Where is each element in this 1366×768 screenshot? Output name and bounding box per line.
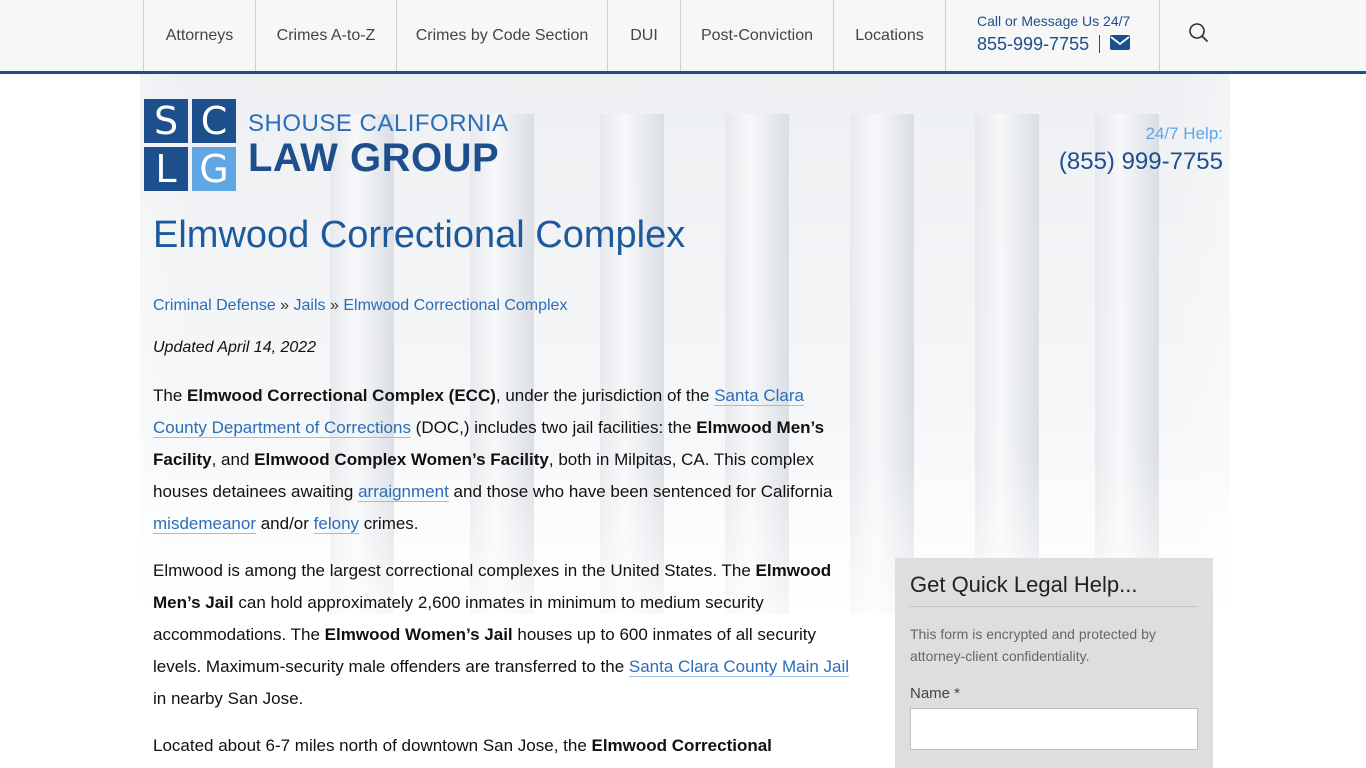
bold-text: Elmwood Correctional [591,736,772,755]
breadcrumb-link-current[interactable]: Elmwood Correctional Complex [343,297,567,314]
text-segment: Elmwood is among the largest correctiona… [153,561,756,580]
breadcrumb: Criminal Defense » Jails » Elmwood Corre… [153,297,567,315]
text-segment: Located about 6-7 miles north of downtow… [153,736,592,755]
breadcrumb-separator: » [280,297,290,314]
site-logo[interactable]: S C L G SHOUSE CALIFORNIA LAW GROUP [144,99,509,191]
text-segment: (DOC,) includes two jail facilities: the [410,418,697,437]
text-segment: , and [211,450,255,469]
nav-item-post-conviction[interactable]: Post-Conviction [680,0,833,71]
logo-letter: L [144,147,188,191]
breadcrumb-separator: » [330,297,339,314]
logo-line1: SHOUSE CALIFORNIA [248,110,509,137]
divider [1099,35,1101,53]
paragraph-intro: The Elmwood Correctional Complex (ECC), … [153,380,853,540]
inline-link[interactable]: misdemeanor [153,514,256,534]
search-icon[interactable] [1186,20,1212,46]
breadcrumb-link-jails[interactable]: Jails [294,297,326,314]
text-segment: and those who have been sentenced for Ca… [448,482,833,501]
inline-link[interactable]: Santa Clara County Main Jail [628,657,850,677]
logo-mark: S C L G [144,99,236,191]
nav-item-crimes-by-code-section[interactable]: Crimes by Code Section [396,0,607,71]
breadcrumb-link-criminal-defense[interactable]: Criminal Defense [153,297,276,314]
text-segment: in nearby San Jose. [153,689,304,708]
logo-letter: G [192,147,236,191]
name-label: Name * [910,685,961,702]
nav-item-dui[interactable]: DUI [607,0,680,71]
logo-line2: LAW GROUP [248,136,500,180]
nav-contact[interactable]: Call or Message Us 24/7 855-999-7755 [945,0,1160,71]
paragraph-capacity: Elmwood is among the largest correctiona… [153,555,853,715]
top-navigation: Attorneys Crimes A-to-Z Crimes by Code S… [0,0,1366,74]
text-segment: crimes. [359,514,419,533]
help-phone-link[interactable]: (855) 999-7755 [1059,148,1223,176]
text-segment: , under the jurisdiction of the [495,386,715,405]
form-privacy-note: This form is encrypted and protected by … [910,626,1156,664]
logo-letter: S [144,99,188,143]
nav-item-attorneys[interactable]: Attorneys [143,0,255,71]
name-input[interactable] [910,708,1198,750]
page-title: Elmwood Correctional Complex [153,214,686,256]
help-label: 24/7 Help: [1145,124,1224,143]
nav-item-locations[interactable]: Locations [833,0,945,71]
updated-date: Updated April 14, 2022 [153,339,317,356]
paragraph-location: Located about 6-7 miles north of downtow… [153,730,853,762]
envelope-icon[interactable] [1110,34,1131,54]
quick-help-form: Get Quick Legal Help... This form is enc… [895,558,1213,768]
bold-text: Elmwood Correctional Complex (ECC) [187,386,496,405]
text-segment: and/or [256,514,314,533]
bold-text: Elmwood Women’s Jail [324,625,513,644]
logo-letter: C [192,99,236,143]
form-title: Get Quick Legal Help... [910,572,1198,607]
bold-text: Elmwood Complex Women’s Facility [254,450,549,469]
inline-link[interactable]: arraignment [358,482,449,502]
text-segment: The [153,386,188,405]
nav-item-crimes-a-to-z[interactable]: Crimes A-to-Z [255,0,396,71]
help-contact: 24/7 Help: (855) 999-7755 [1059,124,1223,176]
call-phone-link[interactable]: 855-999-7755 [977,34,1089,54]
call-label: Call or Message Us 24/7 [977,13,1131,29]
inline-link[interactable]: felony [313,514,360,534]
